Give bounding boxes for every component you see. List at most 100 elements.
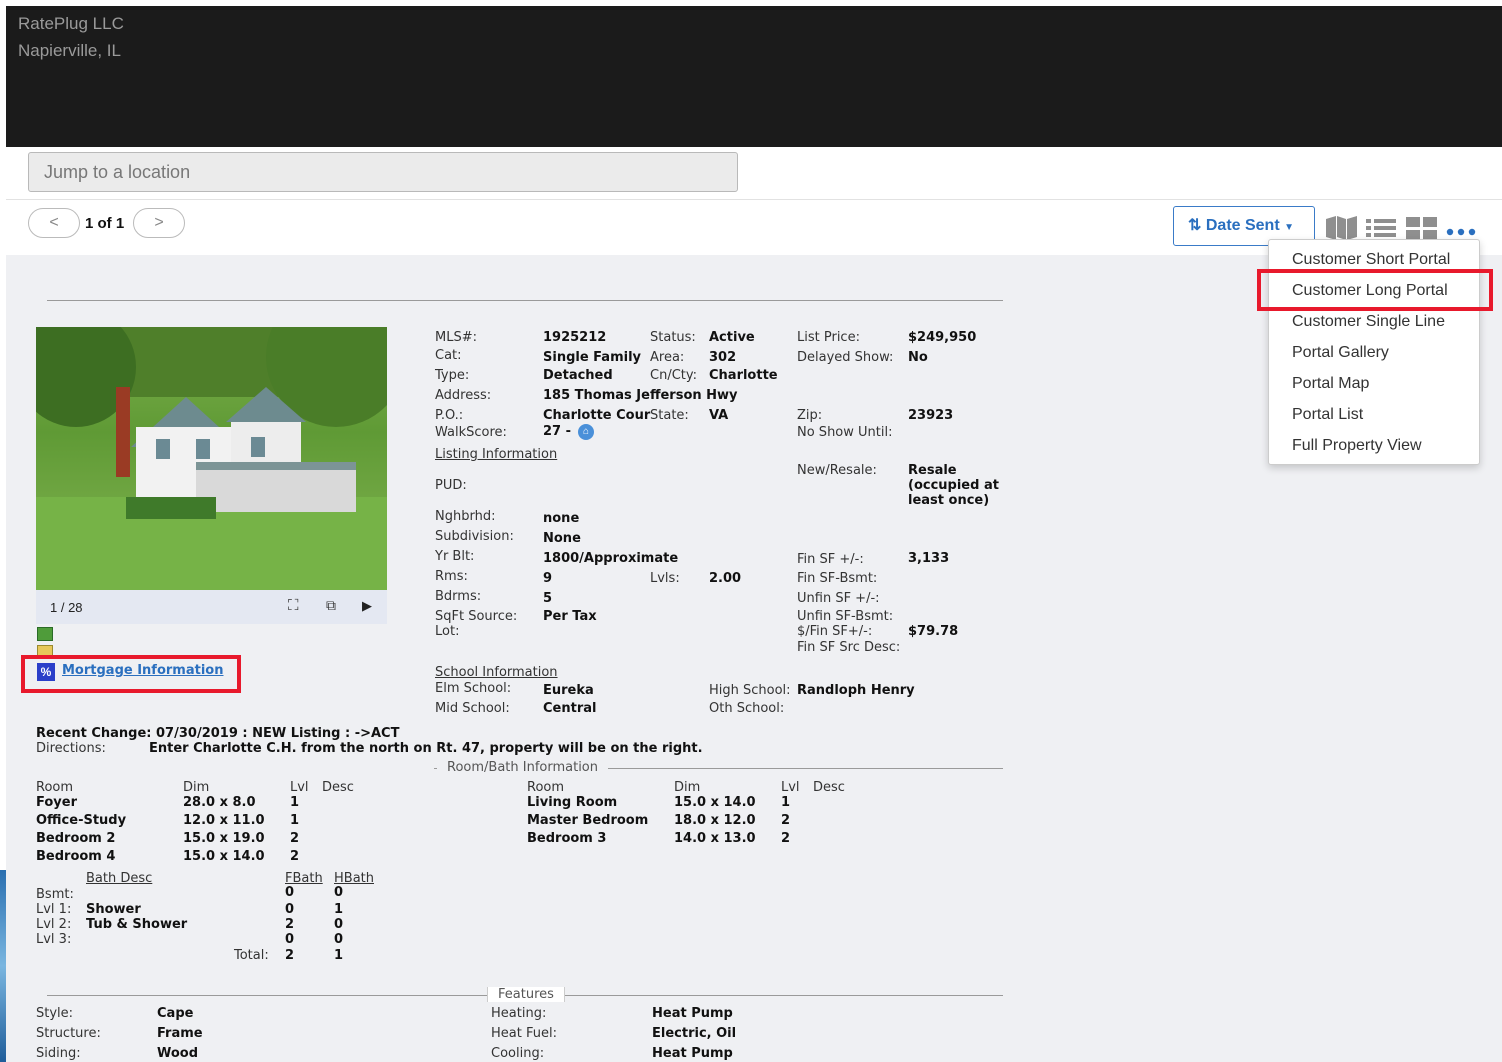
room-lvl: 2 [290, 831, 300, 846]
bath-full: 2 [285, 917, 295, 932]
lvls-label: Lvls: [650, 571, 680, 586]
bath-level: Lvl 1: [36, 902, 72, 917]
property-photo[interactable] [36, 327, 387, 590]
type-value: Detached [543, 368, 613, 383]
room-name: Bedroom 3 [527, 831, 607, 846]
menu-item-portal-map[interactable]: Portal Map [1292, 375, 1369, 393]
menu-item-full-property-view[interactable]: Full Property View [1292, 437, 1422, 455]
menu-item-customer-short-portal[interactable]: Customer Short Portal [1292, 251, 1450, 269]
gallery-view-icon[interactable] [1406, 216, 1438, 240]
sqft-source-label: SqFt Source: [435, 609, 518, 624]
popout-icon[interactable]: ⧉ [326, 597, 336, 614]
bath-total-full: 2 [285, 948, 295, 963]
bath-half: 0 [334, 885, 344, 900]
bath-total-half: 1 [334, 948, 344, 963]
cat-label: Cat: [435, 348, 462, 363]
photo-counter: 1 / 28 [50, 600, 83, 615]
room-dim: 15.0 x 14.0 [674, 795, 756, 810]
mid-school-label: Mid School: [435, 701, 510, 716]
play-icon[interactable]: ▶ [362, 598, 372, 614]
zip-value: 23923 [908, 408, 954, 423]
bdrms-label: Bdrms: [435, 589, 482, 604]
per-fin-sf-value: $79.78 [908, 624, 959, 639]
company-name: RatePlug LLC [18, 14, 124, 33]
list-view-icon[interactable] [1366, 216, 1398, 240]
room-name: Foyer [36, 795, 77, 810]
directions-value: Enter Charlotte C.H. from the north on R… [149, 741, 703, 756]
house-image [36, 327, 387, 590]
cncty-label: Cn/Cty: [650, 368, 697, 383]
room-name: Office-Study [36, 813, 127, 828]
highlight-customer-long-portal [1257, 269, 1493, 311]
lvl-header-left: Lvl [290, 780, 309, 795]
bath-level: Lvl 3: [36, 932, 72, 947]
feature-value: Frame [157, 1026, 203, 1041]
new-resale-value-line3: least once) [908, 493, 990, 508]
bath-desc-header: Bath Desc [86, 871, 153, 886]
menu-item-customer-single-line[interactable]: Customer Single Line [1292, 313, 1445, 331]
more-options-icon[interactable] [1446, 216, 1478, 240]
menu-item-portal-list[interactable]: Portal List [1292, 406, 1363, 424]
nghbrhd-value: none [543, 511, 580, 526]
room-name: Master Bedroom [527, 813, 649, 828]
dim-header-right: Dim [674, 780, 701, 795]
po-label: P.O.: [435, 408, 464, 423]
jump-to-location-input[interactable] [28, 152, 738, 192]
mid-school-value: Central [543, 701, 597, 716]
address-label: Address: [435, 388, 492, 403]
po-value: Charlotte Cour [543, 408, 651, 423]
bath-full: 0 [285, 932, 295, 947]
chevron-right-icon: > [154, 214, 164, 231]
fullscreen-icon[interactable]: ⛶ [288, 597, 299, 614]
walkscore-icon[interactable]: ⌂ [578, 424, 594, 440]
bath-half: 0 [334, 932, 344, 947]
next-page-button[interactable]: > [133, 208, 185, 238]
fin-sf-label: Fin SF +/-: [797, 552, 864, 567]
feature-value: Heat Pump [652, 1046, 733, 1061]
map-view-icon[interactable] [1326, 216, 1358, 240]
high-school-value: Randloph Henry [797, 683, 915, 698]
nghbrhd-label: Nghbrhd: [435, 509, 496, 524]
room-lvl: 2 [781, 831, 791, 846]
map-thumbnail-icon[interactable] [37, 627, 53, 641]
hbath-header: HBath [334, 871, 374, 886]
room-lvl: 2 [781, 813, 791, 828]
feature-value: Heat Pump [652, 1006, 733, 1021]
previous-page-button[interactable]: < [28, 208, 80, 238]
menu-item-portal-gallery[interactable]: Portal Gallery [1292, 344, 1389, 362]
lvl-header-right: Lvl [781, 780, 800, 795]
address-value: 185 Thomas Jefferson Hwy [543, 388, 738, 403]
bath-full: 0 [285, 885, 295, 900]
caret-down-icon: ▼ [1284, 222, 1295, 233]
company-city: Napierville, IL [18, 41, 121, 60]
zip-label: Zip: [797, 408, 823, 423]
features-title: Features [487, 987, 565, 1002]
yr-blt-label: Yr Blt: [435, 549, 475, 564]
walkscore-label: WalkScore: [435, 425, 507, 440]
state-label: State: [650, 408, 689, 423]
school-information-heading: School Information [435, 665, 558, 680]
room-lvl: 2 [290, 849, 300, 864]
highlight-mortgage [21, 655, 241, 693]
feature-value: Electric, Oil [652, 1026, 737, 1041]
room-dim: 15.0 x 14.0 [183, 849, 265, 864]
bath-desc: Shower [86, 902, 141, 917]
feature-label: Structure: [36, 1026, 101, 1041]
fin-sf-bsmt-label: Fin SF-Bsmt: [797, 571, 878, 586]
delayed-show-label: Delayed Show: [797, 350, 894, 365]
area-label: Area: [650, 350, 685, 365]
list-price-value: $249,950 [908, 330, 977, 345]
cncty-value: Charlotte [709, 368, 778, 383]
room-header-right: Room [527, 780, 565, 795]
listing-information-heading: Listing Information [435, 447, 558, 462]
room-name: Bedroom 2 [36, 831, 116, 846]
feature-label: Cooling: [491, 1046, 545, 1061]
yr-blt-value: 1800/Approximate [543, 551, 679, 566]
room-dim: 15.0 x 19.0 [183, 831, 265, 846]
left-edge [0, 6, 6, 102]
delayed-show-value: No [908, 350, 928, 365]
app-header: RatePlug LLC Napierville, IL [6, 6, 1502, 147]
cat-value: Single Family [543, 350, 642, 365]
room-lvl: 1 [290, 813, 300, 828]
oth-school-label: Oth School: [709, 701, 785, 716]
